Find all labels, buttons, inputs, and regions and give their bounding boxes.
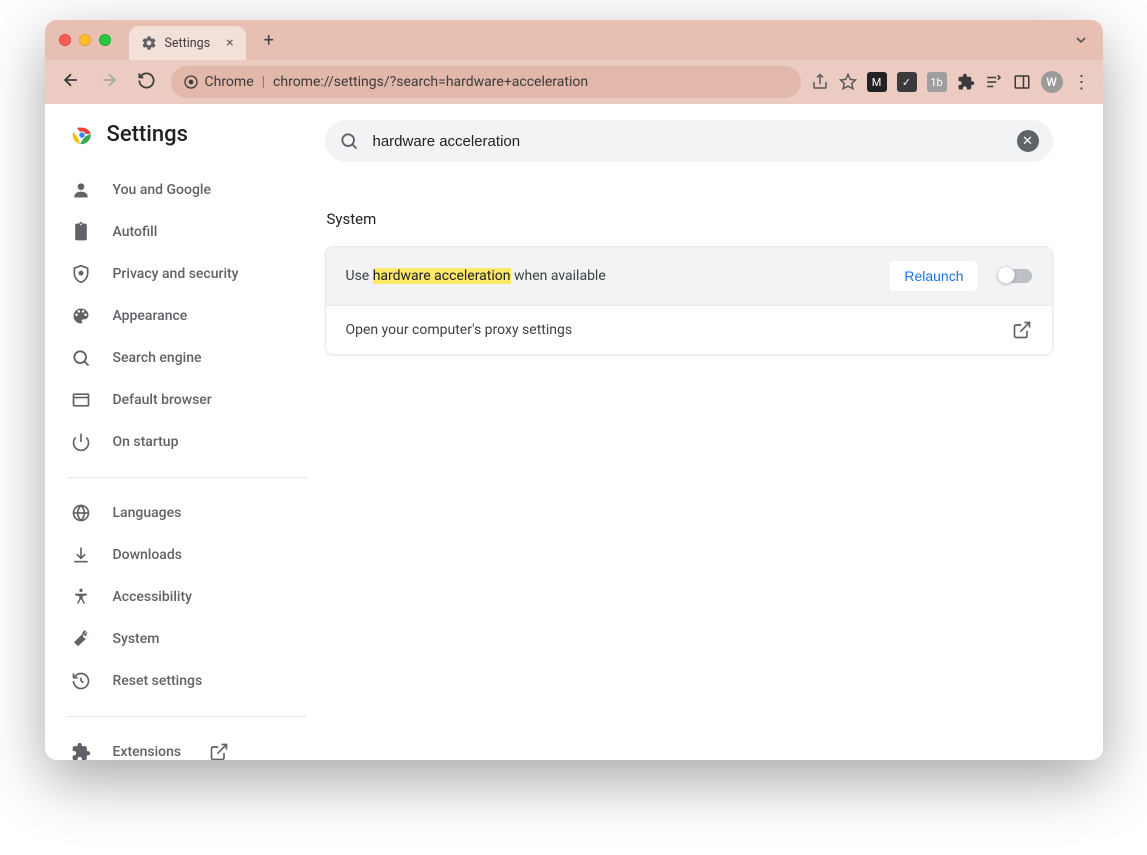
chrome-logo-icon: [71, 124, 93, 146]
chevron-down-icon[interactable]: [1073, 32, 1089, 48]
reading-list-icon[interactable]: [985, 73, 1003, 91]
toolbar-right: M ✓ 1b W ⋮: [811, 71, 1091, 93]
power-icon: [71, 432, 91, 452]
toggle-knob: [997, 266, 1015, 284]
sidebar-item-label: On startup: [113, 434, 179, 450]
back-button[interactable]: [57, 70, 85, 94]
search-icon: [71, 348, 91, 368]
settings-title: Settings: [107, 122, 188, 147]
extension-icon-1[interactable]: M: [867, 72, 887, 92]
sidebar-item-search-engine[interactable]: Search engine: [67, 337, 325, 379]
accessibility-icon: [71, 587, 91, 607]
globe-icon: [71, 503, 91, 523]
hw-accel-row: Use hardware acceleration when available…: [326, 247, 1052, 305]
person-icon: [71, 180, 91, 200]
restore-icon: [71, 671, 91, 691]
omnibox[interactable]: Chrome | chrome://settings/?search=hardw…: [171, 66, 801, 98]
sidebar-item-on-startup[interactable]: On startup: [67, 421, 325, 463]
tab-title: Settings: [165, 36, 211, 51]
nav-section-b: Languages Downloads Accessibility System…: [67, 492, 325, 702]
search-icon: [339, 131, 359, 151]
extension-icon-2[interactable]: ✓: [897, 72, 917, 92]
sidebar-item-label: System: [113, 631, 160, 647]
kebab-menu-button[interactable]: ⋮: [1073, 72, 1091, 93]
puzzle-icon: [71, 742, 91, 760]
extensions-icon[interactable]: [957, 73, 975, 91]
minimize-window-button[interactable]: [79, 34, 91, 46]
system-section-card: Use hardware acceleration when available…: [325, 246, 1053, 355]
proxy-settings-row[interactable]: Open your computer's proxy settings: [326, 305, 1052, 354]
forward-button[interactable]: [95, 70, 123, 94]
sidebar-item-label: You and Google: [113, 182, 211, 198]
profile-avatar[interactable]: W: [1041, 71, 1063, 93]
wrench-icon: [71, 629, 91, 649]
hw-accel-label: Use hardware acceleration when available: [346, 268, 606, 284]
section-title: System: [327, 210, 1053, 228]
window-controls: [59, 34, 111, 46]
settings-search[interactable]: ✕: [325, 120, 1053, 162]
nav-section-a: You and Google Autofill Privacy and secu…: [67, 169, 325, 463]
clear-search-button[interactable]: ✕: [1017, 130, 1039, 152]
window-icon: [71, 390, 91, 410]
sidebar-item-label: Extensions: [113, 744, 182, 760]
sidebar-item-downloads[interactable]: Downloads: [67, 534, 325, 576]
nav-section-c: Extensions About Chrome: [67, 731, 325, 760]
sidebar-item-extensions[interactable]: Extensions: [67, 731, 325, 760]
close-window-button[interactable]: [59, 34, 71, 46]
sidebar-item-label: Reset settings: [113, 673, 203, 689]
new-tab-button[interactable]: +: [264, 30, 274, 51]
clipboard-icon: [71, 222, 91, 242]
palette-icon: [71, 306, 91, 326]
sidebar-item-label: Privacy and security: [113, 266, 239, 282]
settings-search-input[interactable]: [373, 133, 1003, 150]
close-tab-button[interactable]: ×: [226, 35, 233, 51]
sidebar-item-label: Autofill: [113, 224, 158, 240]
sidebar-item-you-and-google[interactable]: You and Google: [67, 169, 325, 211]
open-external-icon: [1012, 320, 1032, 340]
sidebar-item-privacy[interactable]: Privacy and security: [67, 253, 325, 295]
sidebar-item-reset[interactable]: Reset settings: [67, 660, 325, 702]
relaunch-button[interactable]: Relaunch: [890, 261, 977, 291]
hw-accel-toggle[interactable]: [998, 269, 1032, 283]
page-content: Settings You and Google Autofill Privacy…: [45, 104, 1103, 760]
sidebar-item-languages[interactable]: Languages: [67, 492, 325, 534]
url-text: chrome://settings/?search=hardware+accel…: [273, 74, 588, 90]
sidebar-item-label: Search engine: [113, 350, 202, 366]
chrome-icon: [183, 74, 199, 90]
reload-button[interactable]: [133, 71, 161, 94]
site-chip: Chrome: [183, 74, 254, 90]
sidebar-item-accessibility[interactable]: Accessibility: [67, 576, 325, 618]
settings-brand: Settings: [67, 122, 325, 147]
open-external-icon: [209, 742, 229, 760]
proxy-settings-label: Open your computer's proxy settings: [346, 322, 573, 338]
star-icon[interactable]: [839, 73, 857, 91]
sidebar-item-label: Default browser: [113, 392, 212, 408]
extension-icon-3[interactable]: 1b: [927, 72, 947, 92]
sidebar-item-default-browser[interactable]: Default browser: [67, 379, 325, 421]
sidepanel-icon[interactable]: [1013, 73, 1031, 91]
download-icon: [71, 545, 91, 565]
nav-separator: [67, 477, 307, 478]
browser-toolbar: Chrome | chrome://settings/?search=hardw…: [45, 60, 1103, 104]
settings-main: ✕ System Use hardware acceleration when …: [325, 104, 1103, 760]
sidebar-item-label: Appearance: [113, 308, 188, 324]
omnibox-separator: |: [262, 74, 265, 90]
sidebar-item-autofill[interactable]: Autofill: [67, 211, 325, 253]
settings-sidebar: Settings You and Google Autofill Privacy…: [45, 104, 325, 760]
browser-tab[interactable]: Settings ×: [129, 26, 246, 60]
site-chip-label: Chrome: [205, 74, 254, 90]
maximize-window-button[interactable]: [99, 34, 111, 46]
sidebar-item-system[interactable]: System: [67, 618, 325, 660]
sidebar-item-label: Accessibility: [113, 589, 192, 605]
sidebar-item-appearance[interactable]: Appearance: [67, 295, 325, 337]
titlebar: Settings × +: [45, 20, 1103, 60]
nav-separator: [67, 716, 307, 717]
sidebar-item-label: Downloads: [113, 547, 182, 563]
browser-window: Settings × + Chrome | chrome://settings/…: [45, 20, 1103, 760]
share-icon[interactable]: [811, 73, 829, 91]
search-highlight: hardware acceleration: [373, 268, 511, 284]
gear-icon: [141, 35, 157, 51]
shield-icon: [71, 264, 91, 284]
sidebar-item-label: Languages: [113, 505, 182, 521]
